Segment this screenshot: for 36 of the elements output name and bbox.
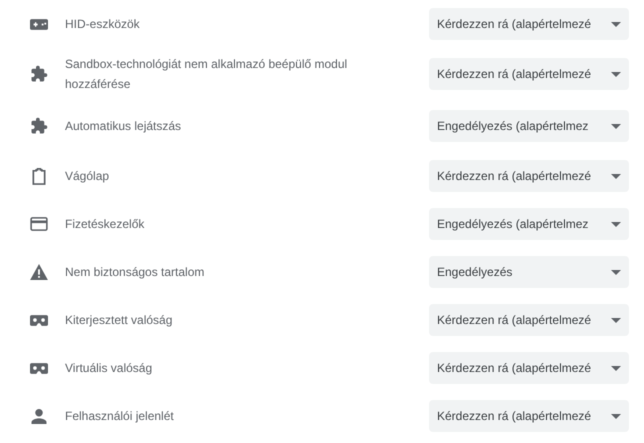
permission-label: Kiterjesztett valóság bbox=[65, 312, 174, 329]
caret-icon bbox=[611, 318, 621, 322]
permission-label: Vágólap bbox=[65, 168, 110, 185]
warning-icon bbox=[30, 264, 48, 280]
caret-icon bbox=[611, 366, 621, 370]
permission-dropdown[interactable]: Kérdezzen rá (alapértelmezé bbox=[429, 8, 629, 40]
permission-dropdown[interactable]: Engedélyezés (alapértelmez bbox=[429, 208, 629, 240]
caret-icon bbox=[611, 174, 621, 178]
permission-label: Nem biztonságos tartalom bbox=[65, 264, 206, 281]
permission-dropdown[interactable]: Engedélyezés (alapértelmez bbox=[429, 110, 629, 142]
permission-dropdown[interactable]: Kérdezzen rá (alapértelmezé bbox=[429, 352, 629, 384]
caret-icon bbox=[611, 222, 621, 226]
permission-label: Felhasználói jelenlét bbox=[65, 408, 175, 425]
puzzle-piece-icon bbox=[30, 65, 48, 83]
gamepad-icon bbox=[30, 18, 48, 30]
clipboard-icon bbox=[30, 168, 48, 184]
permission-dropdown[interactable]: Kérdezzen rá (alapértelmezé bbox=[429, 400, 629, 432]
permission-label: Virtuális valóság bbox=[65, 360, 154, 377]
permission-label: Automatikus lejátszás bbox=[65, 118, 182, 135]
caret-icon bbox=[611, 124, 621, 128]
caret-icon bbox=[611, 270, 621, 274]
caret-icon bbox=[611, 414, 621, 418]
caret-icon bbox=[611, 22, 621, 26]
permission-dropdown[interactable]: Kérdezzen rá (alapértelmezé bbox=[429, 160, 629, 192]
credit-card-icon bbox=[30, 217, 48, 231]
caret-icon bbox=[611, 72, 621, 76]
permission-dropdown[interactable]: Kérdezzen rá (alapértelmezé bbox=[429, 58, 629, 90]
vr-headset-icon bbox=[30, 314, 48, 326]
permission-label: HID-eszközök bbox=[65, 16, 141, 33]
permission-dropdown[interactable]: Engedélyezés bbox=[429, 256, 629, 288]
permission-dropdown[interactable]: Kérdezzen rá (alapértelmezé bbox=[429, 304, 629, 336]
permission-label: Sandbox-technológiát nem alkalmazó beépülő modul hozzáférése bbox=[65, 56, 348, 93]
permission-label: Fizetéskezelők bbox=[65, 216, 146, 233]
puzzle-piece-icon bbox=[30, 117, 48, 135]
person-icon bbox=[30, 408, 48, 424]
vr-headset-icon bbox=[30, 362, 48, 374]
